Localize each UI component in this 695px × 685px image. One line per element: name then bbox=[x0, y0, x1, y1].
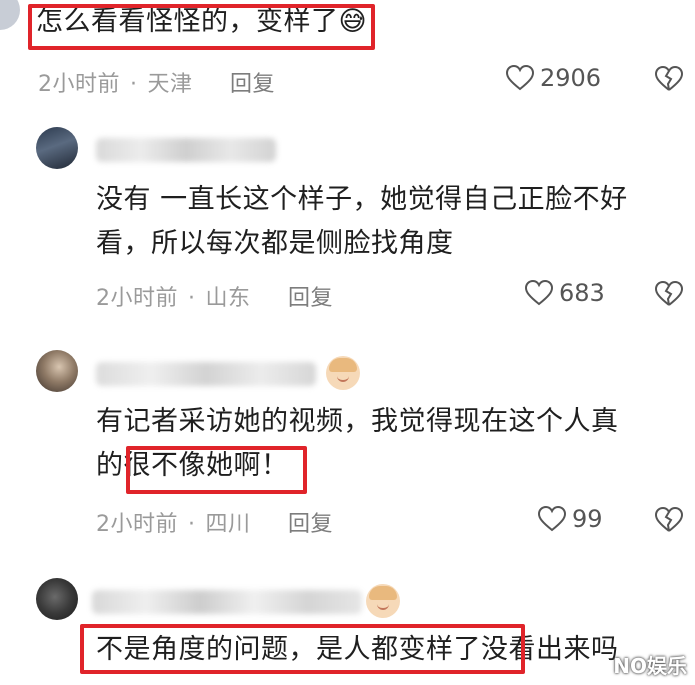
comment-time: 2小时前 bbox=[38, 72, 120, 97]
comment-line: 没有 一直长这个样子，她觉得自己正脸不好 bbox=[96, 184, 628, 215]
dislike-button[interactable] bbox=[654, 280, 684, 311]
reply-button[interactable]: 回复 bbox=[288, 512, 333, 537]
blurred-username bbox=[96, 138, 276, 162]
like-button[interactable]: 99 bbox=[538, 505, 603, 533]
meta-separator: · bbox=[130, 72, 138, 97]
watermark: NO娱乐 bbox=[613, 654, 687, 678]
comment-location: 四川 bbox=[205, 512, 251, 537]
broken-heart-icon bbox=[654, 280, 684, 306]
heart-outline-icon bbox=[506, 65, 534, 91]
avatar[interactable] bbox=[0, 0, 20, 30]
user-badge-icon bbox=[326, 356, 360, 390]
comment-time: 2小时前 bbox=[96, 286, 178, 311]
comment-meta: 2小时前 · 山东 回复 bbox=[96, 280, 333, 312]
comment-meta: 2小时前 · 四川 回复 bbox=[96, 506, 333, 538]
meta-separator: · bbox=[188, 512, 196, 537]
blurred-username bbox=[92, 590, 362, 614]
comment-text-prefix: 的 bbox=[96, 450, 124, 481]
avatar[interactable] bbox=[36, 127, 78, 169]
like-count: 683 bbox=[559, 279, 605, 307]
meta-separator: · bbox=[188, 286, 196, 311]
avatar[interactable] bbox=[36, 578, 78, 620]
user-badge-icon bbox=[366, 584, 400, 618]
blurred-username bbox=[96, 362, 316, 386]
highlight-box bbox=[80, 624, 525, 674]
comment-time: 2小时前 bbox=[96, 512, 178, 537]
like-button[interactable]: 683 bbox=[525, 279, 605, 307]
comment-meta: 2小时前 · 天津 回复 bbox=[38, 66, 275, 98]
heart-outline-icon bbox=[525, 280, 553, 306]
avatar[interactable] bbox=[36, 350, 78, 392]
like-count: 99 bbox=[572, 505, 603, 533]
broken-heart-icon bbox=[654, 506, 684, 532]
highlight-box bbox=[28, 4, 375, 50]
dislike-button[interactable] bbox=[654, 65, 684, 96]
heart-outline-icon bbox=[538, 506, 566, 532]
reply-button[interactable]: 回复 bbox=[230, 72, 275, 97]
comment-line: 有记者采访她的视频，我觉得现在这个人真 bbox=[96, 406, 619, 437]
like-button[interactable]: 2906 bbox=[506, 64, 601, 92]
dislike-button[interactable] bbox=[654, 506, 684, 537]
highlight-box bbox=[126, 446, 307, 494]
comment-location: 山东 bbox=[205, 286, 251, 311]
reply-button[interactable]: 回复 bbox=[288, 286, 333, 311]
like-count: 2906 bbox=[540, 64, 602, 92]
comment-text: 没有 一直长这个样子，她觉得自己正脸不好 看，所以每次都是侧脸找角度 bbox=[96, 178, 628, 266]
broken-heart-icon bbox=[654, 65, 684, 91]
comment-line: 看，所以每次都是侧脸找角度 bbox=[96, 228, 454, 259]
comment-location: 天津 bbox=[147, 72, 193, 97]
